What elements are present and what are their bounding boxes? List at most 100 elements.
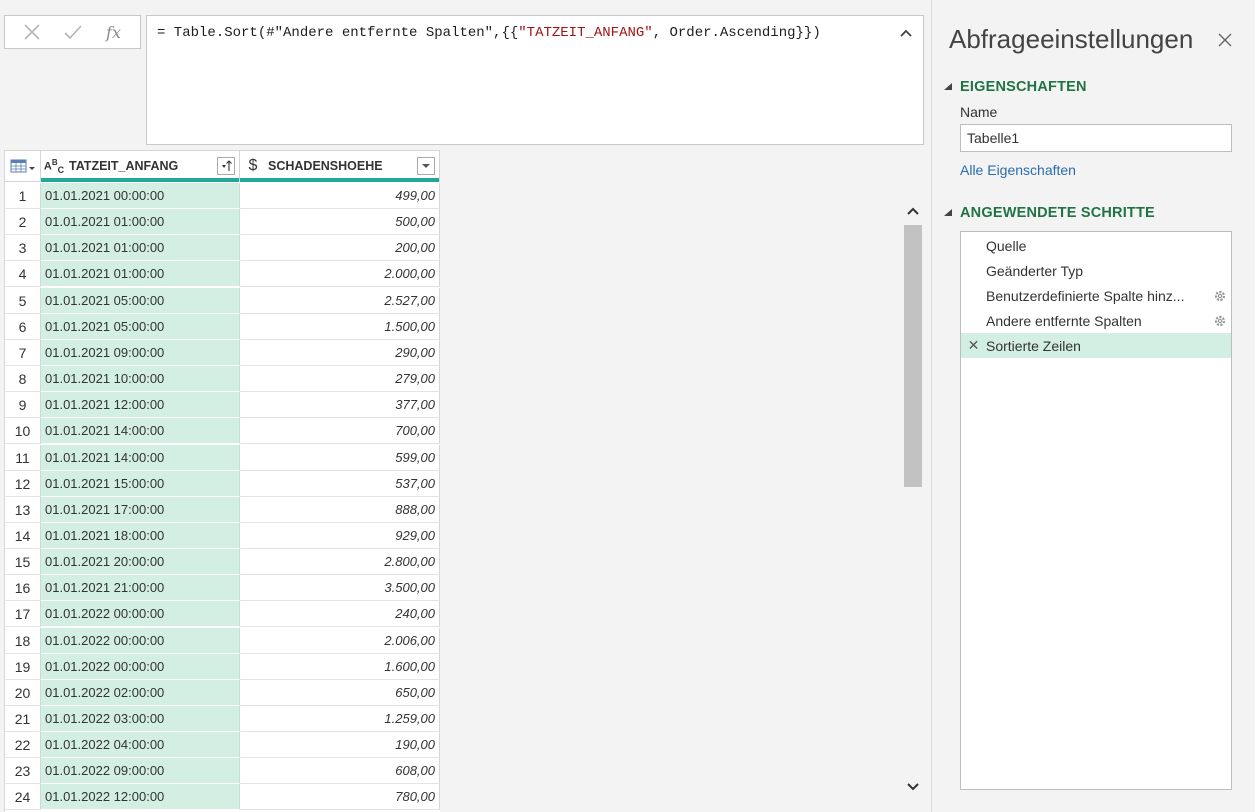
table-row[interactable]: 24 01.01.2022 12:00:00 780,00 — [5, 784, 440, 811]
table-row[interactable]: 4 01.01.2021 01:00:00 2.000,00 — [5, 261, 440, 288]
cell-tatzeit-anfang[interactable]: 01.01.2022 00:00:00 — [41, 601, 240, 628]
text-type-icon[interactable]: ABC — [41, 158, 67, 175]
row-number[interactable]: 11 — [5, 444, 41, 471]
delete-step-icon[interactable]: ✕ — [961, 337, 986, 354]
row-number[interactable]: 19 — [5, 653, 41, 680]
cell-schadenshoehe[interactable]: 190,00 — [240, 732, 440, 759]
table-row[interactable]: 23 01.01.2022 09:00:00 608,00 — [5, 758, 440, 785]
scroll-up-button[interactable] — [902, 200, 924, 222]
cell-tatzeit-anfang[interactable]: 01.01.2021 21:00:00 — [41, 575, 240, 602]
row-number[interactable]: 10 — [5, 418, 41, 445]
cell-schadenshoehe[interactable]: 2.527,00 — [240, 287, 440, 314]
table-row[interactable]: 19 01.01.2022 00:00:00 1.600,00 — [5, 653, 440, 680]
query-name-input[interactable]: Tabelle1 — [960, 124, 1232, 152]
cell-schadenshoehe[interactable]: 500,00 — [240, 209, 440, 236]
table-row[interactable]: 1 01.01.2021 00:00:00 499,00 — [5, 183, 440, 209]
applied-step[interactable]: Andere entfernte Spalten — [961, 308, 1231, 333]
table-row[interactable]: 5 01.01.2021 05:00:00 2.527,00 — [5, 287, 440, 314]
cell-tatzeit-anfang[interactable]: 01.01.2021 10:00:00 — [41, 366, 240, 393]
cell-schadenshoehe[interactable]: 1.600,00 — [240, 653, 440, 680]
cell-tatzeit-anfang[interactable]: 01.01.2022 02:00:00 — [41, 679, 240, 706]
scrollbar-thumb[interactable] — [904, 225, 922, 487]
table-row[interactable]: 22 01.01.2022 04:00:00 190,00 — [5, 732, 440, 759]
cell-schadenshoehe[interactable]: 780,00 — [240, 784, 440, 811]
cell-schadenshoehe[interactable]: 700,00 — [240, 418, 440, 445]
row-number[interactable]: 13 — [5, 496, 41, 523]
row-number[interactable]: 21 — [5, 706, 41, 732]
cell-tatzeit-anfang[interactable]: 01.01.2021 15:00:00 — [41, 470, 240, 497]
row-number[interactable]: 3 — [5, 235, 41, 262]
row-number[interactable]: 2 — [5, 209, 41, 236]
cell-tatzeit-anfang[interactable]: 01.01.2021 01:00:00 — [41, 235, 240, 262]
cell-schadenshoehe[interactable]: 377,00 — [240, 392, 440, 419]
currency-type-icon[interactable]: $ — [240, 157, 266, 175]
formula-bar[interactable]: = Table.Sort(#"Andere entfernte Spalten"… — [146, 15, 924, 145]
fx-button[interactable]: fx — [100, 18, 128, 46]
row-number[interactable]: 23 — [5, 758, 41, 785]
gear-icon[interactable] — [1209, 289, 1231, 303]
row-number[interactable]: 24 — [5, 784, 41, 811]
table-row[interactable]: 20 01.01.2022 02:00:00 650,00 — [5, 679, 440, 706]
table-row[interactable]: 15 01.01.2021 20:00:00 2.800,00 — [5, 549, 440, 576]
table-row[interactable]: 2 01.01.2021 01:00:00 500,00 — [5, 209, 440, 236]
cell-tatzeit-anfang[interactable]: 01.01.2021 20:00:00 — [41, 549, 240, 576]
applied-step[interactable]: Benutzerdefinierte Spalte hinz... — [961, 283, 1231, 308]
cell-schadenshoehe[interactable]: 650,00 — [240, 679, 440, 706]
table-row[interactable]: 9 01.01.2021 12:00:00 377,00 — [5, 392, 440, 419]
cell-tatzeit-anfang[interactable]: 01.01.2021 12:00:00 — [41, 392, 240, 419]
cell-schadenshoehe[interactable]: 1.500,00 — [240, 313, 440, 340]
cell-schadenshoehe[interactable]: 240,00 — [240, 601, 440, 628]
row-number[interactable]: 20 — [5, 679, 41, 706]
row-number[interactable]: 17 — [5, 601, 41, 628]
table-row[interactable]: 16 01.01.2021 21:00:00 3.500,00 — [5, 575, 440, 602]
cell-schadenshoehe[interactable]: 599,00 — [240, 444, 440, 471]
table-row[interactable]: 6 01.01.2021 05:00:00 1.500,00 — [5, 313, 440, 340]
row-number[interactable]: 15 — [5, 549, 41, 576]
cell-schadenshoehe[interactable]: 290,00 — [240, 339, 440, 366]
cell-tatzeit-anfang[interactable]: 01.01.2022 12:00:00 — [41, 784, 240, 811]
cell-schadenshoehe[interactable]: 200,00 — [240, 235, 440, 262]
cell-tatzeit-anfang[interactable]: 01.01.2021 01:00:00 — [41, 261, 240, 288]
column-filter-button[interactable] — [417, 157, 435, 175]
cell-tatzeit-anfang[interactable]: 01.01.2022 09:00:00 — [41, 758, 240, 785]
table-row[interactable]: 13 01.01.2021 17:00:00 888,00 — [5, 496, 440, 523]
confirm-formula-button[interactable] — [59, 18, 87, 46]
vertical-scrollbar[interactable] — [902, 182, 924, 812]
cancel-formula-button[interactable] — [18, 18, 46, 46]
properties-section-header[interactable]: EIGENSCHAFTEN — [944, 79, 1087, 95]
cell-schadenshoehe[interactable]: 888,00 — [240, 496, 440, 523]
row-number[interactable]: 5 — [5, 287, 41, 314]
gear-icon[interactable] — [1209, 314, 1231, 328]
row-number[interactable]: 22 — [5, 732, 41, 759]
applied-step[interactable]: ✕ Sortierte Zeilen — [961, 333, 1231, 358]
row-number[interactable]: 4 — [5, 261, 41, 288]
row-number[interactable]: 8 — [5, 366, 41, 393]
cell-schadenshoehe[interactable]: 1.259,00 — [240, 706, 440, 732]
collapse-formula-button[interactable] — [897, 24, 915, 42]
table-row[interactable]: 11 01.01.2021 14:00:00 599,00 — [5, 444, 440, 471]
table-row[interactable]: 17 01.01.2022 00:00:00 240,00 — [5, 601, 440, 628]
column-filter-sort-button[interactable] — [217, 157, 235, 175]
row-number[interactable]: 1 — [5, 183, 41, 209]
row-number[interactable]: 9 — [5, 392, 41, 419]
cell-schadenshoehe[interactable]: 499,00 — [240, 183, 440, 209]
cell-schadenshoehe[interactable]: 2.006,00 — [240, 627, 440, 654]
cell-tatzeit-anfang[interactable]: 01.01.2022 00:00:00 — [41, 627, 240, 654]
cell-tatzeit-anfang[interactable]: 01.01.2021 05:00:00 — [41, 287, 240, 314]
cell-schadenshoehe[interactable]: 3.500,00 — [240, 575, 440, 602]
close-pane-button[interactable] — [1213, 28, 1237, 52]
cell-tatzeit-anfang[interactable]: 01.01.2021 17:00:00 — [41, 496, 240, 523]
cell-schadenshoehe[interactable]: 929,00 — [240, 522, 440, 549]
cell-tatzeit-anfang[interactable]: 01.01.2021 01:00:00 — [41, 209, 240, 236]
table-row[interactable]: 8 01.01.2021 10:00:00 279,00 — [5, 366, 440, 393]
column-header-tatzeit-anfang[interactable]: ABC TATZEIT_ANFANG — [41, 151, 240, 182]
cell-schadenshoehe[interactable]: 537,00 — [240, 470, 440, 497]
applied-steps-section-header[interactable]: ANGEWENDETE SCHRITTE — [944, 205, 1155, 221]
applied-step[interactable]: Geänderter Typ — [961, 258, 1231, 283]
cell-tatzeit-anfang[interactable]: 01.01.2021 05:00:00 — [41, 313, 240, 340]
row-number[interactable]: 16 — [5, 575, 41, 602]
table-row[interactable]: 7 01.01.2021 09:00:00 290,00 — [5, 339, 440, 366]
row-number[interactable]: 7 — [5, 339, 41, 366]
row-number[interactable]: 6 — [5, 313, 41, 340]
table-row[interactable]: 12 01.01.2021 15:00:00 537,00 — [5, 470, 440, 497]
